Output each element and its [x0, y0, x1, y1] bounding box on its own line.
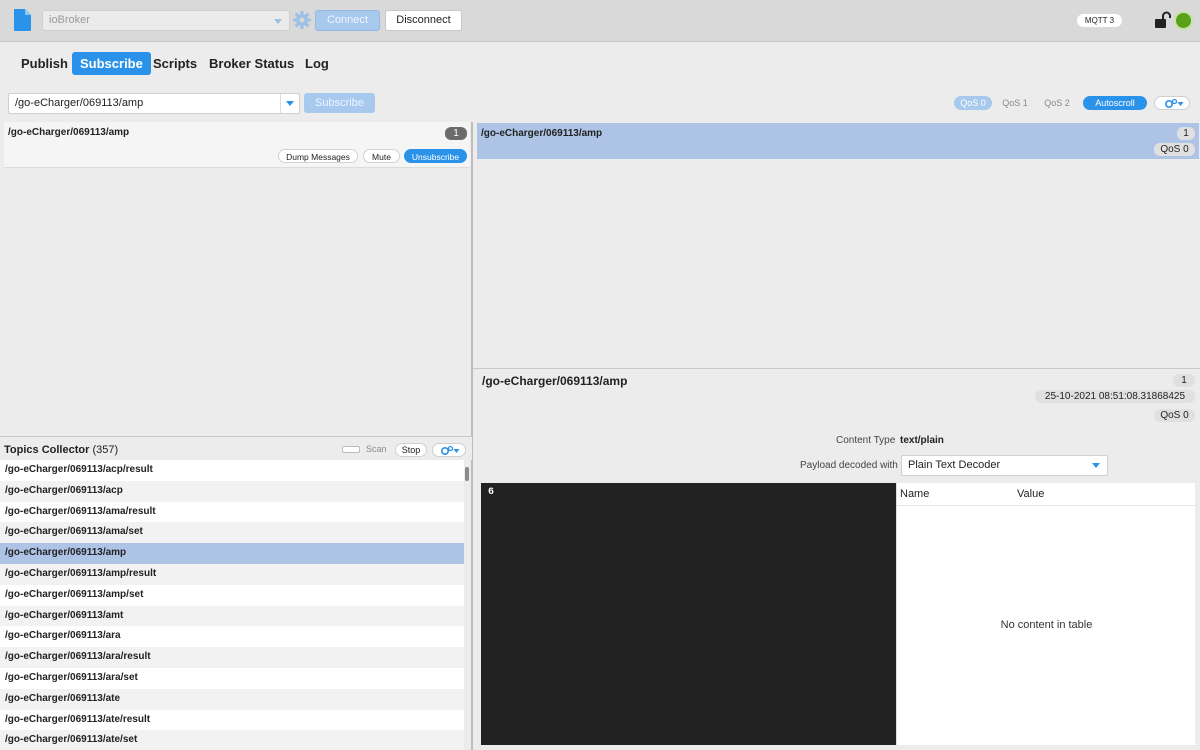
autoscroll-button[interactable]: Autoscroll — [1083, 96, 1147, 110]
table-empty-message: No content in table — [1000, 619, 1093, 631]
message-count-badge: 1 — [1177, 127, 1195, 140]
payload-decoder-select[interactable]: Plain Text Decoder — [901, 455, 1108, 476]
gears-icon — [1164, 98, 1184, 109]
payload-text: 6 — [488, 487, 495, 498]
topic-row[interactable]: /go-eCharger/069113/ate — [0, 688, 464, 710]
detail-timestamp: 25-10-2021 08:51:08.31868425 — [1035, 390, 1195, 403]
subscriptions-panel: /go-eCharger/069113/amp 1 Dump Messages … — [0, 122, 472, 436]
connection-profile-select[interactable]: ioBroker — [42, 10, 290, 31]
disconnect-button[interactable]: Disconnect — [385, 10, 462, 31]
topic-row[interactable]: /go-eCharger/069113/amp/result — [0, 563, 464, 585]
topic-row-selected[interactable]: /go-eCharger/069113/amp — [0, 543, 464, 564]
topics-collector-title: Topics Collector (357) — [4, 444, 119, 456]
subscribe-button[interactable]: Subscribe — [304, 93, 375, 113]
mute-button[interactable]: Mute — [363, 149, 400, 163]
content-type-label: Content Type — [836, 435, 896, 446]
payload-viewer[interactable]: 6 — [481, 483, 896, 745]
qos0-toggle[interactable]: QoS 0 — [954, 96, 992, 110]
decoder-value: Plain Text Decoder — [908, 459, 1001, 471]
profile-value: ioBroker — [49, 14, 90, 26]
lock-icon[interactable] — [1154, 11, 1172, 29]
tab-log[interactable]: Log — [297, 52, 337, 75]
payload-decoded-label: Payload decoded with — [800, 460, 898, 471]
subscribe-topic-value: /go-eCharger/069113/amp — [15, 97, 144, 109]
topic-row[interactable]: /go-eCharger/069113/ate/set — [0, 730, 464, 750]
topic-row[interactable]: /go-eCharger/069113/amp/set — [0, 584, 464, 606]
content-type-value: text/plain — [900, 435, 944, 446]
tab-subscribe[interactable]: Subscribe — [72, 52, 151, 75]
message-detail-panel: /go-eCharger/069113/amp 1 25-10-2021 08:… — [473, 369, 1200, 750]
tab-publish[interactable]: Publish — [13, 52, 76, 75]
chevron-down-icon[interactable] — [280, 94, 299, 113]
connect-button[interactable]: Connect — [315, 10, 380, 31]
topic-row[interactable]: /go-eCharger/069113/ara/set — [0, 667, 464, 689]
protocol-badge: MQTT 3 — [1077, 14, 1122, 27]
topic-row[interactable]: /go-eCharger/069113/ara — [0, 626, 464, 648]
decoded-table: Name Value No content in table — [896, 483, 1196, 745]
gears-icon — [440, 445, 460, 456]
topics-collector-count: (357) — [92, 444, 119, 456]
qos1-toggle[interactable]: QoS 1 — [997, 96, 1033, 110]
topic-row[interactable]: /go-eCharger/069113/ate/result — [0, 709, 464, 731]
subscribe-topic-input[interactable]: /go-eCharger/069113/amp — [8, 93, 300, 114]
detail-qos-badge: QoS 0 — [1154, 409, 1195, 422]
subscription-item[interactable]: /go-eCharger/069113/amp 1 Dump Messages … — [4, 122, 470, 168]
scrollbar-thumb[interactable] — [465, 467, 469, 481]
detail-topic: /go-eCharger/069113/amp — [482, 374, 628, 388]
qos2-toggle[interactable]: QoS 2 — [1039, 96, 1075, 110]
table-header-name: Name — [900, 488, 930, 500]
top-toolbar: ioBroker Connect Disconnect MQTT 3 — [0, 0, 1200, 42]
message-count-badge: 1 — [445, 127, 467, 140]
file-icon[interactable] — [13, 9, 32, 31]
topic-row[interactable]: /go-eCharger/069113/ara/result — [0, 647, 464, 668]
connection-status-indicator — [1174, 11, 1193, 30]
topic-row[interactable]: /go-eCharger/069113/acp/result — [0, 460, 464, 481]
scan-toggle[interactable] — [342, 446, 360, 453]
table-header-divider — [897, 505, 1196, 506]
chevron-down-icon — [274, 19, 282, 24]
stop-button[interactable]: Stop — [395, 443, 427, 457]
message-topic: /go-eCharger/069113/amp — [481, 128, 603, 139]
topic-row[interactable]: /go-eCharger/069113/amt — [0, 605, 464, 627]
message-item[interactable]: /go-eCharger/069113/amp 1 QoS 0 — [477, 123, 1199, 159]
unsubscribe-button[interactable]: Unsubscribe — [404, 149, 467, 163]
detail-count-badge: 1 — [1173, 374, 1195, 387]
topic-row[interactable]: /go-eCharger/069113/ama/result — [0, 501, 464, 523]
scan-label: Scan — [366, 444, 387, 454]
subscription-topic: /go-eCharger/069113/amp — [8, 127, 130, 138]
collector-settings-button[interactable] — [432, 443, 466, 457]
topics-collector-list: /go-eCharger/069113/acp/result /go-eChar… — [0, 460, 464, 750]
gear-icon[interactable] — [292, 10, 312, 30]
tab-broker-status[interactable]: Broker Status — [201, 52, 302, 75]
topic-row[interactable]: /go-eCharger/069113/ama/set — [0, 522, 464, 544]
tab-scripts[interactable]: Scripts — [145, 52, 205, 75]
message-qos-badge: QoS 0 — [1154, 143, 1195, 156]
topics-collector-header: Topics Collector (357) Scan Stop — [0, 436, 472, 460]
table-header-value: Value — [1017, 488, 1045, 500]
messages-panel: /go-eCharger/069113/amp 1 QoS 0 — [473, 122, 1200, 368]
topic-row[interactable]: /go-eCharger/069113/acp — [0, 480, 464, 502]
dump-messages-button[interactable]: Dump Messages — [278, 149, 358, 163]
settings-dropdown-button[interactable] — [1154, 96, 1190, 110]
